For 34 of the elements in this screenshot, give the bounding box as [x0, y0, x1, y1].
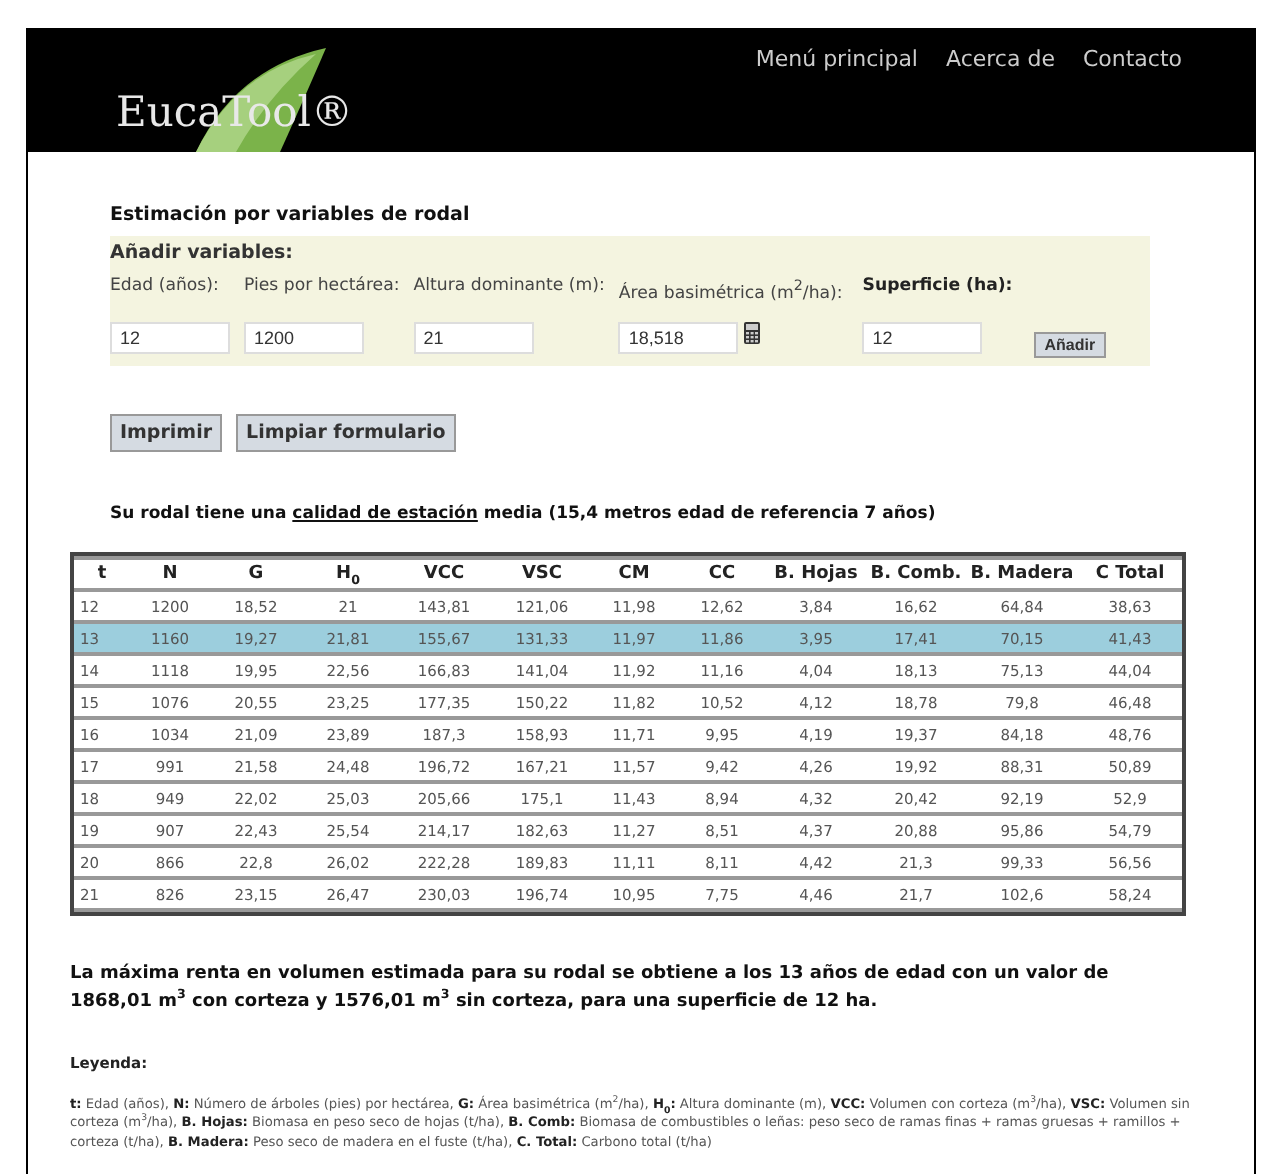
nav-link[interactable]: Acerca de: [946, 46, 1055, 74]
column-header: VSC: [494, 560, 590, 588]
action-button[interactable]: Imprimir: [110, 414, 223, 452]
column-header: H$_{0}$: [302, 560, 394, 588]
column-header: CC: [678, 560, 766, 588]
column-header: t: [74, 560, 130, 588]
column-header: B. Comb.: [866, 560, 966, 588]
form-subtitle: Añadir variables:: [110, 242, 295, 264]
field-label: Superficie (ha):: [862, 276, 1013, 300]
quality-link[interactable]: calidad de estación: [292, 504, 478, 524]
field-label: Edad (años):: [110, 276, 221, 300]
input-field[interactable]: 1200: [244, 322, 364, 354]
column-header: CM: [590, 560, 678, 588]
column-header: G: [210, 560, 302, 588]
column-header: C Total: [1078, 560, 1182, 588]
input-field[interactable]: 18,518: [618, 322, 739, 354]
action-button[interactable]: Limpiar formulario: [236, 414, 456, 452]
summary-text: La máxima renta en volumen estimada para su rodal se obtiene a los 13 años de edad con un valor de 1868,01 m$^{3}$ con corteza y 1576,01 m$^{3}$ sin corteza, para una superficie de 12 ha.: [70, 961, 1111, 1017]
field-label: Pies por hectárea:: [244, 276, 400, 300]
column-header: B. Hojas: [766, 560, 866, 588]
column-header: VCC: [394, 560, 494, 588]
calculator-icon[interactable]: [744, 322, 761, 344]
nav-link[interactable]: Menú principal: [755, 46, 918, 74]
column-header: B. Madera: [966, 560, 1078, 588]
section-title: Estimación por variables de rodal: [110, 204, 472, 226]
input-field[interactable]: 12: [110, 322, 230, 354]
field-label: Altura dominante (m):: [413, 276, 605, 300]
add-button[interactable]: Añadir: [1034, 332, 1106, 358]
quality-text: Su rodal tiene una calidad de estación media (15,4 metros edad de referencia 7 años): [110, 504, 938, 524]
input-field[interactable]: 21: [413, 322, 534, 354]
input-field[interactable]: 12: [862, 322, 983, 354]
field-label: Área basimétrica (m$^{2}$/ha):: [618, 276, 843, 300]
nav-link[interactable]: Contacto: [1082, 46, 1182, 74]
column-header: N: [130, 560, 210, 588]
